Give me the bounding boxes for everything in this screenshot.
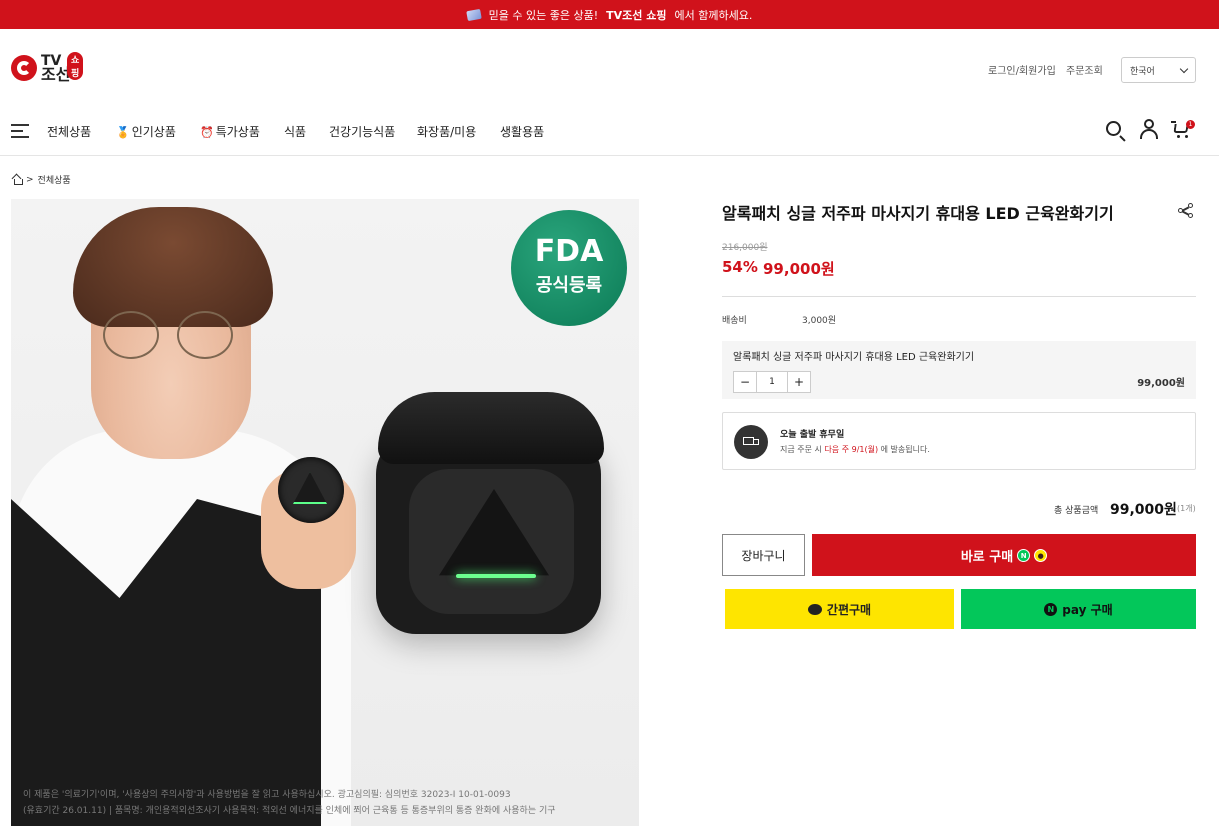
language-select[interactable]: 한국어 (1121, 57, 1196, 83)
total-label: 총 상품금액 (1054, 506, 1099, 516)
kakao-pay-icon: ● (1034, 548, 1048, 562)
total-count: (1개) (1177, 504, 1196, 513)
device-puck-image (278, 457, 344, 523)
quantity-minus-button[interactable]: − (734, 372, 756, 392)
fda-badge: FDA 공식등록 (511, 210, 627, 326)
logo-mark-icon (11, 55, 37, 81)
buy-now-button[interactable]: 바로 구매 N ● (812, 534, 1196, 576)
delivery-title: 오늘 출발 휴무일 (780, 430, 845, 440)
product-image[interactable]: FDA 공식등록 이 제품은 '의료기기'이며, '사용상의 주의사항'과 사용… (11, 199, 639, 826)
home-icon[interactable] (12, 175, 23, 185)
banner-text-after: 에서 함께하세요. (674, 8, 753, 22)
nav-item-special[interactable]: ⏰ 특가상품 (200, 123, 260, 140)
quantity-plus-button[interactable]: + (788, 372, 810, 392)
shipping-label: 배송비 (722, 316, 747, 326)
naver-n-icon: N (1044, 602, 1058, 616)
naver-pay-button[interactable]: N pay 구매 (961, 589, 1196, 629)
quantity-stepper: − 1 + (733, 371, 811, 393)
option-name: 알록패치 싱글 저주파 마사지기 휴대용 LED 근육완화기기 (733, 352, 975, 363)
product-title: 알록패치 싱글 저주파 마사지기 휴대용 LED 근육완화기기 (722, 204, 1114, 223)
option-price: 99,000원 (1137, 378, 1185, 389)
nav-item-all[interactable]: 전체상품 (47, 123, 91, 140)
logo-badge: 쇼핑 (67, 52, 84, 80)
delivery-info: 오늘 출발 휴무일 지금 주문 시 다음 주 9/1(월) 에 발송됩니다. (722, 412, 1196, 470)
chevron-down-icon (1179, 64, 1189, 74)
site-logo[interactable]: TV 조선 쇼핑 (11, 52, 84, 83)
menu-icon[interactable] (11, 124, 29, 138)
selected-option: 알록패치 싱글 저주파 마사지기 휴대용 LED 근육완화기기 − 1 + 99… (722, 341, 1196, 399)
nav-item-living[interactable]: 생활용품 (500, 123, 544, 140)
kakao-quick-buy-button[interactable]: 간편구매 (725, 589, 954, 629)
cart-count-badge: 1 (1186, 120, 1195, 129)
quantity-input[interactable]: 1 (756, 372, 788, 392)
medical-disclaimer: 이 제품은 '의료기기'이며, '사용상의 주의사항'과 사용방법을 잘 읽고 … (23, 790, 556, 816)
nav-item-health[interactable]: 건강기능식품 (329, 123, 395, 140)
divider (722, 296, 1196, 297)
main-nav: 전체상품 🏅 인기상품 ⏰ 특가상품 식품 건강기능식품 화장품/미용 생활용품 (0, 104, 1219, 156)
alarm-clock-icon: ⏰ (200, 126, 214, 139)
sale-price: 99,000원 (763, 260, 835, 278)
language-value: 한국어 (1130, 66, 1155, 77)
nav-item-food[interactable]: 식품 (284, 123, 306, 140)
naver-pay-icon: N (1017, 548, 1031, 562)
order-lookup-link[interactable]: 주문조회 (1066, 62, 1103, 77)
top-promo-banner[interactable]: 믿을 수 있는 좋은 상품! TV조선 쇼핑 에서 함께하세요. (0, 0, 1219, 29)
total-price: 99,000원 (1110, 502, 1177, 518)
medal-icon: 🏅 (116, 126, 130, 139)
delivery-subtitle: 지금 주문 시 다음 주 9/1(월) 에 발송됩니다. (780, 445, 930, 454)
original-price: 216,000원 (722, 243, 768, 253)
banner-text-before: 믿을 수 있는 좋은 상품! (488, 8, 599, 22)
flag-icon (465, 8, 482, 21)
delivery-date: 다음 주 9/1(월) (824, 445, 879, 454)
truck-icon (734, 425, 768, 459)
breadcrumb-current[interactable]: 전체상품 (38, 173, 71, 186)
discount-rate: 54% (722, 258, 758, 276)
share-icon[interactable] (1178, 203, 1194, 218)
shipping-value: 3,000원 (802, 316, 837, 326)
nav-item-beauty[interactable]: 화장품/미용 (417, 123, 476, 140)
add-to-cart-button[interactable]: 장바구니 (722, 534, 805, 576)
user-icon[interactable] (1139, 119, 1159, 139)
search-icon[interactable] (1106, 121, 1121, 136)
login-link[interactable]: 로그인/회원가입 (988, 62, 1056, 77)
breadcrumb-separator: > (26, 174, 34, 185)
breadcrumb: > 전체상품 (12, 173, 71, 186)
banner-brand: TV조선 쇼핑 (606, 8, 667, 22)
nav-item-popular[interactable]: 🏅 인기상품 (116, 123, 176, 140)
kakao-bubble-icon (807, 603, 822, 615)
